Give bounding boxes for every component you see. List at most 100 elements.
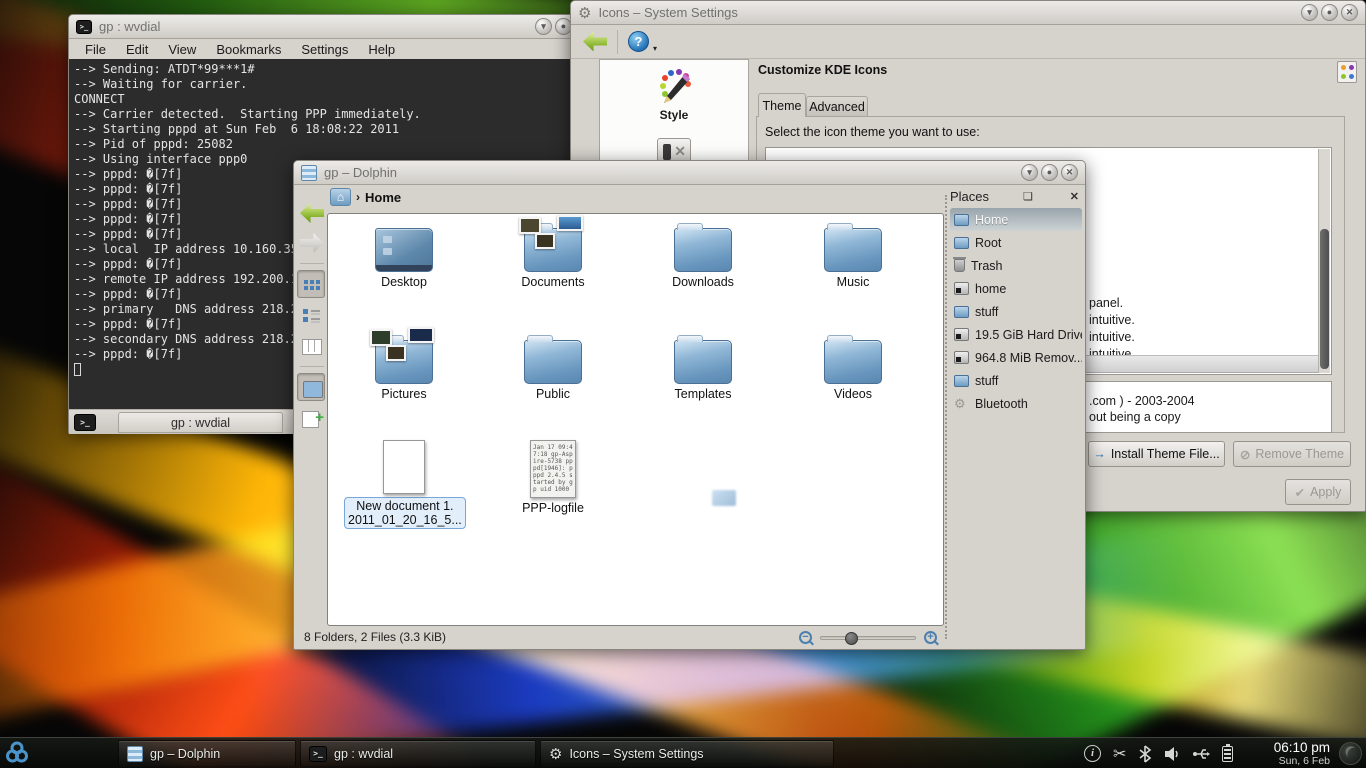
- minimize-button[interactable]: ▾: [1021, 164, 1038, 181]
- battery-icon[interactable]: [1222, 746, 1233, 762]
- folder-documents[interactable]: Documents: [493, 222, 613, 289]
- terminal-line: --> Carrier detected. Starting PPP immed…: [74, 107, 594, 122]
- bluetooth-icon[interactable]: [1138, 745, 1152, 763]
- places-item-hard-drive[interactable]: 19.5 GiB Hard Drive: [950, 323, 1082, 346]
- menu-file[interactable]: File: [85, 42, 106, 57]
- kde-launcher-icon: [4, 740, 30, 766]
- folder-label: Documents: [493, 275, 613, 289]
- terminal-line: --> Waiting for carrier.: [74, 77, 594, 92]
- file-name-line1: New document 1.: [356, 499, 453, 513]
- folder-pictures[interactable]: Pictures: [344, 334, 464, 401]
- konsole-titlebar[interactable]: >_ gp : wvdial ▾ ● ✕: [69, 15, 599, 39]
- minimize-button[interactable]: ▾: [1301, 4, 1318, 21]
- places-item-removable[interactable]: 964.8 MiB Remov...: [950, 346, 1082, 369]
- sidebar-item-style[interactable]: Style: [600, 60, 748, 122]
- clock-time: 06:10 pm: [1274, 740, 1330, 755]
- settings-titlebar[interactable]: ⚙ Icons – System Settings ▾ ● ✕: [571, 1, 1365, 25]
- tab-advanced[interactable]: Advanced: [806, 96, 868, 117]
- minimize-button[interactable]: ▾: [535, 18, 552, 35]
- task-dolphin[interactable]: gp – Dolphin: [118, 740, 296, 767]
- places-item-stuff2[interactable]: stuff: [950, 369, 1082, 392]
- folder-downloads[interactable]: Downloads: [643, 222, 763, 289]
- icon-sizes-icon[interactable]: [1337, 61, 1357, 83]
- zoom-out-icon[interactable]: −: [799, 631, 812, 644]
- task-wvdial[interactable]: >_ gp : wvdial: [300, 740, 536, 767]
- maximize-button[interactable]: ●: [1321, 4, 1338, 21]
- videos-folder-icon: [824, 340, 882, 384]
- zoom-slider-thumb[interactable]: [845, 632, 858, 645]
- places-item-stuff[interactable]: stuff: [950, 300, 1082, 323]
- folder-desktop[interactable]: Desktop: [344, 222, 464, 289]
- mouse-cursor-artifact: [712, 490, 736, 506]
- scrollbar-thumb[interactable]: [1320, 229, 1329, 369]
- close-button[interactable]: ✕: [1341, 4, 1358, 21]
- menu-edit[interactable]: Edit: [126, 42, 148, 57]
- folder-public[interactable]: Public: [493, 334, 613, 401]
- desktop-folder-icon: [375, 228, 433, 272]
- folder-music[interactable]: Music: [793, 222, 913, 289]
- split-view-button[interactable]: +: [297, 404, 325, 432]
- places-item-home-partition[interactable]: home: [950, 277, 1082, 300]
- forward-button[interactable]: [300, 233, 324, 253]
- install-theme-button[interactable]: → Install Theme File...: [1088, 441, 1225, 467]
- breadcrumb-home[interactable]: Home: [365, 190, 401, 205]
- dolphin-icon: [301, 165, 317, 181]
- places-item-trash[interactable]: Trash: [950, 254, 1082, 277]
- volume-icon[interactable]: [1164, 746, 1180, 762]
- zoom-slider[interactable]: [820, 636, 916, 640]
- folder-templates[interactable]: Templates: [643, 334, 763, 401]
- logfile-preview-icon: Jan 17 09:47:18 gp-Aspire-5738 pppd[1946…: [530, 440, 576, 498]
- klipper-scissors-icon[interactable]: ✂: [1113, 744, 1126, 764]
- clock[interactable]: 06:10 pm Sun, 6 Feb: [1274, 740, 1330, 767]
- remove-theme-button[interactable]: ⊘ Remove Theme: [1233, 441, 1351, 467]
- folder-videos[interactable]: Videos: [793, 334, 913, 401]
- help-button[interactable]: ?: [628, 31, 649, 52]
- dolphin-statusbar: 8 Folders, 2 Files (3.3 KiB): [294, 624, 1085, 649]
- menu-view[interactable]: View: [168, 42, 196, 57]
- zoom-in-icon[interactable]: +: [924, 631, 937, 644]
- notifications-icon[interactable]: i: [1084, 745, 1101, 762]
- columns-view-button[interactable]: [297, 332, 325, 360]
- panel-toolbox-cashew[interactable]: [1339, 742, 1362, 765]
- konsole-tab[interactable]: gp : wvdial: [118, 412, 283, 433]
- places-item-bluetooth[interactable]: ⚙ Bluetooth: [950, 392, 1082, 415]
- menu-bookmarks[interactable]: Bookmarks: [216, 42, 281, 57]
- back-button[interactable]: [300, 203, 324, 223]
- panel-resize-handle[interactable]: [945, 195, 947, 639]
- back-button[interactable]: [583, 32, 607, 52]
- konsole-menubar: File Edit View Bookmarks Settings Help: [69, 39, 599, 59]
- home-icon[interactable]: ⌂: [330, 188, 351, 206]
- places-item-home[interactable]: Home: [950, 208, 1082, 231]
- settings-toolbar: ? ▾: [571, 25, 1365, 59]
- status-text: 8 Folders, 2 Files (3.3 KiB): [304, 630, 446, 644]
- no-entry-icon: ⊘: [1240, 447, 1250, 462]
- dolphin-titlebar[interactable]: gp – Dolphin ▾ ● ✕: [294, 161, 1085, 185]
- detach-panel-icon[interactable]: ❏: [1020, 190, 1036, 203]
- file-new-document[interactable]: New document 1. 2011_01_20_16_5...: [344, 436, 464, 529]
- maximize-button[interactable]: ●: [1041, 164, 1058, 181]
- close-panel-icon[interactable]: ✕: [1067, 190, 1082, 203]
- details-view-button[interactable]: [297, 301, 325, 329]
- task-system-settings[interactable]: ⚙ Icons – System Settings: [540, 740, 834, 767]
- terminal-line: --> Pid of pppd: 25082: [74, 137, 594, 152]
- apply-label: Apply: [1310, 485, 1341, 499]
- apply-button[interactable]: ✔ Apply: [1285, 479, 1351, 505]
- folder-label: Pictures: [344, 387, 464, 401]
- dolphin-folder-view[interactable]: Desktop Documents Downloads Music: [327, 213, 944, 626]
- file-ppp-logfile[interactable]: Jan 17 09:47:18 gp-Aspire-5738 pppd[1946…: [493, 436, 613, 515]
- drive-icon: [954, 351, 969, 364]
- places-item-root[interactable]: Root: [950, 231, 1082, 254]
- close-button[interactable]: ✕: [1061, 164, 1078, 181]
- music-folder-icon: [824, 228, 882, 272]
- new-tab-button[interactable]: >_: [74, 414, 96, 431]
- preview-toggle-button[interactable]: [297, 373, 325, 401]
- usb-device-notifier-icon[interactable]: [1192, 746, 1210, 762]
- tab-theme[interactable]: Theme: [758, 93, 806, 117]
- chevron-down-icon[interactable]: ▾: [653, 44, 657, 53]
- task-label: gp : wvdial: [334, 747, 393, 761]
- app-launcher-button[interactable]: [0, 739, 34, 768]
- menu-help[interactable]: Help: [368, 42, 395, 57]
- icons-view-button[interactable]: [297, 270, 325, 298]
- list-scrollbar[interactable]: [1318, 149, 1330, 373]
- menu-settings[interactable]: Settings: [301, 42, 348, 57]
